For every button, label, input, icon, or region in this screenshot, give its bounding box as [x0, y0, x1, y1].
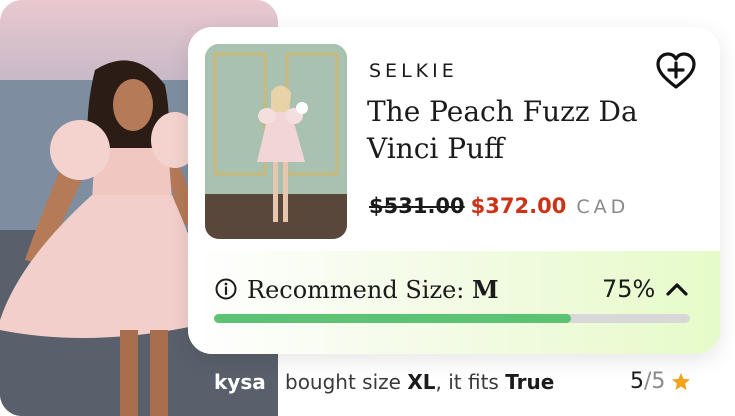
- review-summary: bought size XL, it fits True: [285, 370, 554, 394]
- currency-code: CAD: [576, 196, 630, 218]
- product-card: SELKIE The Peach Fuzz Da Vinci Puff $531…: [188, 27, 720, 354]
- brand-name: SELKIE: [369, 60, 458, 82]
- bought-size-prefix: bought size: [285, 370, 401, 394]
- review-row: kysa bought size XL, it fits True 5/5: [0, 364, 735, 400]
- recommend-size-label: Recommend Size:: [247, 276, 465, 304]
- info-icon[interactable]: [215, 278, 237, 300]
- product-thumbnail[interactable]: [205, 44, 347, 239]
- original-price: $531.00: [369, 194, 465, 218]
- chevron-up-icon[interactable]: [665, 282, 689, 296]
- fits-value: True: [505, 370, 555, 394]
- price-row: $531.00 $372.00 CAD: [369, 194, 629, 218]
- heart-plus-icon: [656, 52, 696, 89]
- fit-confidence: 75%: [602, 275, 656, 303]
- sale-price: $372.00: [470, 194, 567, 218]
- rating-slash: /: [644, 369, 652, 394]
- bought-size: XL: [407, 370, 436, 394]
- fits-prefix: , it fits: [435, 370, 499, 394]
- star-icon: [672, 372, 691, 390]
- rating-max: 5: [651, 369, 666, 394]
- fit-confidence-bar: [214, 314, 690, 323]
- recommended-size: M: [472, 275, 499, 304]
- add-to-wishlist-button[interactable]: [654, 51, 698, 91]
- size-recommendation-panel[interactable]: Recommend Size: M 75%: [188, 251, 720, 354]
- recommend-size-text: Recommend Size: M: [247, 275, 499, 304]
- reviewer-name: kysa: [214, 370, 266, 394]
- rating-score: 5: [630, 369, 644, 394]
- fit-confidence-bar-fill: [214, 314, 571, 323]
- product-title[interactable]: The Peach Fuzz Da Vinci Puff: [367, 93, 667, 167]
- review-rating: 5/5: [630, 369, 691, 394]
